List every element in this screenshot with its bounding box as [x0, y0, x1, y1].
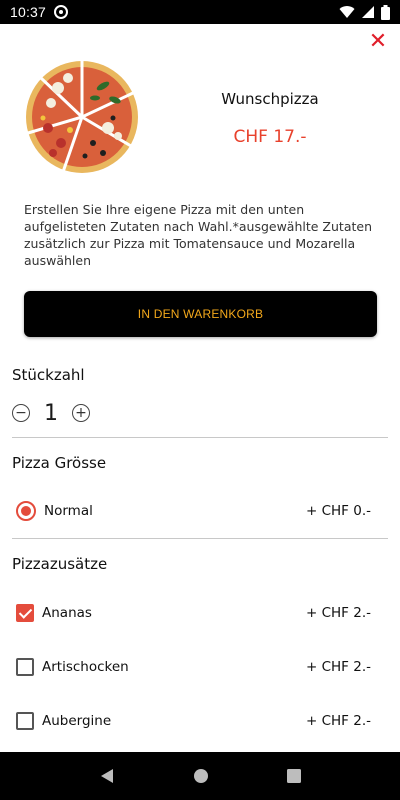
status-icons — [339, 4, 390, 20]
product-price: CHF 17.- — [233, 127, 307, 147]
plus-circle-icon[interactable]: + — [72, 404, 90, 422]
extra-option-ananas[interactable]: Ananas + CHF 2.- — [16, 599, 371, 627]
home-icon[interactable] — [193, 768, 209, 784]
minus-circle-icon[interactable]: − — [12, 404, 30, 422]
option-price: + CHF 2.- — [306, 713, 371, 729]
product-description: Erstellen Sie Ihre eigene Pizza mit den … — [24, 202, 372, 268]
extras-title: Pizzazusätze — [12, 555, 108, 573]
battery-icon — [381, 4, 390, 20]
product-name: Wunschpizza — [221, 90, 319, 108]
add-to-cart-button[interactable]: IN DEN WARENKORB — [24, 291, 377, 337]
extra-option-aubergine[interactable]: Aubergine + CHF 2.- — [16, 707, 371, 735]
size-option-normal[interactable]: Normal + CHF 0.- — [16, 497, 371, 525]
checkbox-icon[interactable] — [16, 658, 34, 676]
quantity-value: 1 — [44, 400, 58, 426]
option-label: Normal — [44, 503, 93, 519]
option-label: Artischocken — [42, 659, 129, 675]
app-notification-icon — [54, 5, 69, 19]
pizza-image — [23, 58, 141, 176]
divider — [12, 538, 388, 539]
option-price: + CHF 2.- — [306, 659, 371, 675]
quantity-title: Stückzahl — [12, 366, 85, 384]
extra-option-artischocken[interactable]: Artischocken + CHF 2.- — [16, 653, 371, 681]
wifi-icon — [339, 6, 355, 19]
status-time: 10:37 — [10, 4, 47, 20]
checkbox-checked-icon[interactable] — [16, 604, 34, 622]
back-icon[interactable] — [99, 768, 115, 784]
checkbox-icon[interactable] — [16, 712, 34, 730]
quantity-stepper: − 1 + — [12, 398, 90, 428]
close-icon: ✕ — [368, 29, 388, 54]
size-title: Pizza Grösse — [12, 454, 107, 472]
option-price: + CHF 0.- — [306, 503, 371, 519]
option-price: + CHF 2.- — [306, 605, 371, 621]
radio-selected-icon[interactable] — [16, 501, 36, 521]
close-button[interactable]: ✕ — [366, 30, 390, 54]
option-label: Aubergine — [42, 713, 112, 729]
option-label: Ananas — [42, 605, 92, 621]
navigation-bar — [0, 752, 400, 800]
status-bar: 10:37 — [0, 0, 400, 24]
recents-icon[interactable] — [287, 769, 301, 783]
divider — [12, 437, 388, 438]
signal-icon — [362, 6, 374, 18]
